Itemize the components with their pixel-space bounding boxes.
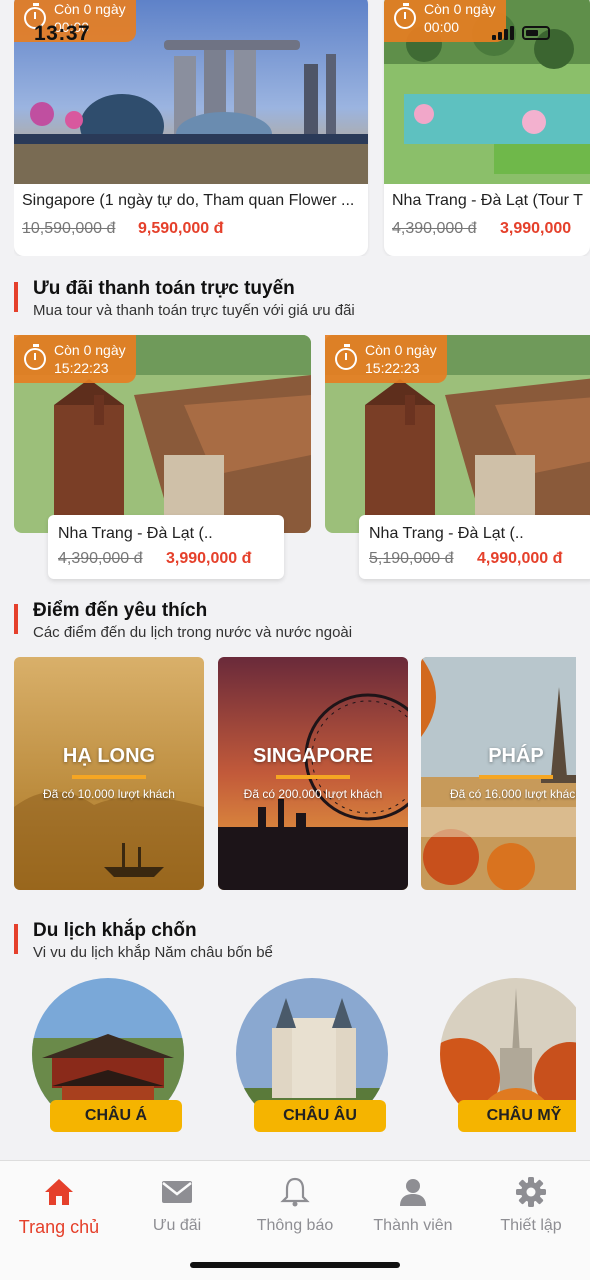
signal-icon — [492, 26, 514, 40]
user-icon — [400, 1179, 426, 1206]
destination-underline — [479, 775, 553, 779]
section-subtitle: Mua tour và thanh toán trực tuyến với gi… — [33, 302, 355, 319]
continent-label: CHÂU ÂU — [254, 1100, 386, 1132]
paris-image — [421, 657, 576, 890]
tab-label: Trang chủ — [18, 1217, 100, 1237]
tab-label: Thành viên — [373, 1217, 453, 1234]
section-accent-bar — [14, 282, 18, 312]
destination-visits: Đã có 10.000 lượt khách — [43, 787, 175, 801]
section-accent-bar — [14, 604, 18, 634]
section-title: Ưu đãi thanh toán trực tuyến — [33, 278, 295, 299]
stopwatch-icon — [335, 344, 357, 370]
deal-title: Nha Trang - Đà Lạt (.. — [369, 525, 524, 542]
old-price: 4,390,000 đ — [392, 220, 477, 237]
tab-deals[interactable]: Ưu đãi — [118, 1175, 236, 1235]
deal-title: Nha Trang - Đà Lạt (.. — [58, 525, 213, 542]
online-deal-card[interactable]: Còn 0 ngày 15:22:23 Nha Trang - Đà Lạt (.… — [325, 335, 590, 585]
battery-icon — [522, 26, 550, 40]
tab-label: Thiết lập — [500, 1217, 562, 1234]
dest-section-header: Điểm đến yêu thích Các điểm đến du lịch … — [14, 600, 574, 648]
ha-long-image — [14, 657, 204, 890]
destination-name: PHÁP — [488, 745, 544, 767]
continent-label: CHÂU MỸ — [458, 1100, 576, 1132]
online-deal-card[interactable]: Còn 0 ngày 15:22:23 Nha Trang - Đà Lạt (.… — [14, 335, 311, 585]
online-deal-info: Nha Trang - Đà Lạt (.. 5,190,000 đ 4,990… — [359, 515, 590, 579]
old-price: 5,190,000 đ — [369, 550, 454, 567]
destination-card[interactable]: SINGAPORE Đã có 200.000 lượt khách — [218, 657, 408, 890]
gear-icon — [516, 1177, 546, 1207]
singapore-flyer-image — [218, 657, 408, 890]
countdown-badge: Còn 0 ngày 15:22:23 — [14, 335, 136, 383]
old-price: 10,590,000 đ — [22, 220, 116, 237]
tab-members[interactable]: Thành viên — [354, 1175, 472, 1235]
destination-name: SINGAPORE — [252, 745, 374, 767]
section-accent-bar — [14, 924, 18, 954]
stopwatch-icon — [24, 344, 46, 370]
status-time: 13:37 — [34, 22, 91, 45]
online-deals-row: Còn 0 ngày 15:22:23 Nha Trang - Đà Lạt (.… — [14, 335, 590, 585]
section-subtitle: Vi vu du lịch khắp Năm châu bốn bể — [33, 944, 273, 961]
stopwatch-icon — [394, 3, 416, 29]
new-price: 4,990,000 đ — [477, 550, 563, 567]
status-indicators — [492, 26, 550, 40]
new-price: 3,990,000 — [500, 220, 572, 237]
destination-visits: Đã có 200.000 lượt khách — [243, 787, 383, 801]
continent-card[interactable]: CHÂU MỸ — [430, 976, 576, 1136]
continent-card[interactable]: CHÂU Á — [22, 976, 184, 1136]
continent-card[interactable]: CHÂU ÂU — [226, 976, 388, 1136]
deal-title: Nha Trang - Đà Lạt (Tour T — [392, 192, 583, 209]
online-deal-info: Nha Trang - Đà Lạt (.. 4,390,000 đ 3,990… — [48, 515, 284, 579]
home-icon — [45, 1179, 73, 1205]
deal-card[interactable]: Còn 0 ngày 00:00 Nha Trang - Đà Lạt (Tour… — [384, 0, 590, 256]
new-price: 3,990,000 đ — [166, 550, 252, 567]
continent-label: CHÂU Á — [50, 1100, 182, 1132]
destination-name: HẠ LONG — [62, 745, 156, 767]
destination-underline — [276, 775, 350, 779]
tab-label: Ưu đãi — [152, 1217, 202, 1234]
destination-underline — [72, 775, 146, 779]
tab-home[interactable]: Trang chủ — [0, 1175, 118, 1238]
countdown-badge: Còn 0 ngày 15:22:23 — [325, 335, 447, 383]
tab-settings[interactable]: Thiết lập — [472, 1175, 590, 1235]
section-title: Du lịch khắp chốn — [33, 920, 197, 941]
new-price: 9,590,000 đ — [138, 220, 224, 237]
mail-icon — [162, 1181, 192, 1203]
old-price: 4,390,000 đ — [58, 550, 143, 567]
deal-title: Singapore (1 ngày tự do, Tham quan Flowe… — [22, 192, 355, 209]
destination-card[interactable]: PHÁP Đã có 16.000 lượt khách — [421, 657, 576, 890]
home-indicator — [190, 1262, 400, 1268]
countdown-badge: Còn 0 ngày 00:00 — [384, 0, 506, 42]
online-section-header: Ưu đãi thanh toán trực tuyến Mua tour và… — [14, 278, 574, 326]
destinations-row: HẠ LONG Đã có 10.000 lượt khách SINGAPOR… — [14, 657, 576, 890]
destination-visits: Đã có 16.000 lượt khách — [450, 787, 576, 801]
tab-notifications[interactable]: Thông báo — [236, 1175, 354, 1235]
bell-icon — [280, 1177, 310, 1207]
continents-section-header: Du lịch khắp chốn Vi vu du lịch khắp Năm… — [14, 920, 574, 968]
section-subtitle: Các điểm đến du lịch trong nước và nước … — [33, 624, 353, 641]
section-title: Điểm đến yêu thích — [33, 600, 208, 621]
tab-label: Thông báo — [256, 1217, 334, 1234]
destination-card[interactable]: HẠ LONG Đã có 10.000 lượt khách — [14, 657, 204, 890]
continents-row: CHÂU Á CHÂU ÂU CHÂU MỸ — [14, 976, 576, 1136]
